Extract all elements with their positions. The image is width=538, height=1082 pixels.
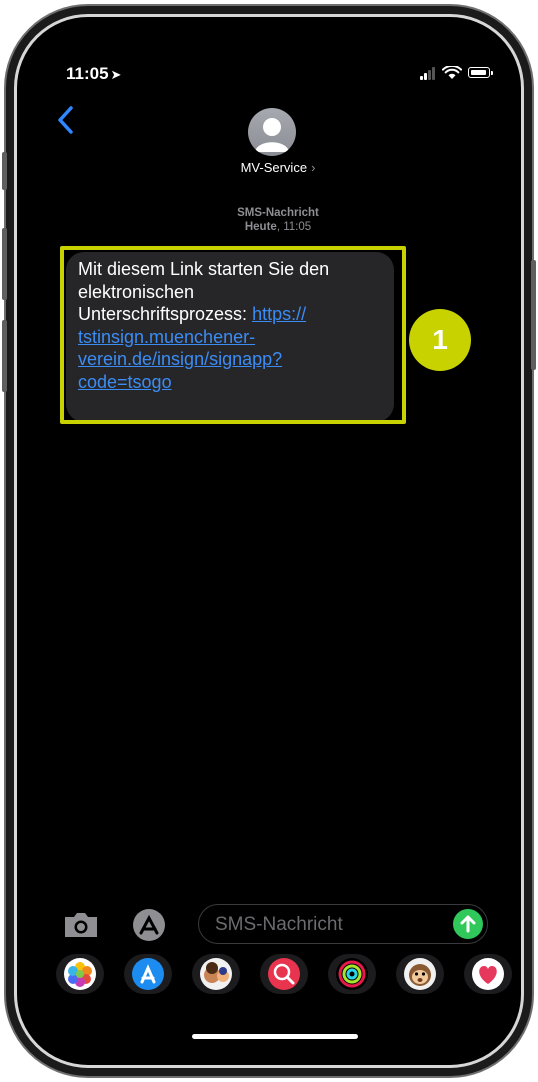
signal-icon	[420, 66, 438, 80]
heart-sticker-icon[interactable]	[464, 954, 512, 994]
message-day: Heute	[244, 221, 277, 233]
app-drawer	[44, 954, 512, 1006]
contact-avatar[interactable]	[248, 108, 296, 156]
battery-icon	[468, 67, 493, 78]
status-time: 11:05 ➤	[66, 64, 121, 84]
photos-icon[interactable]	[56, 954, 104, 994]
home-indicator[interactable]	[192, 1034, 358, 1039]
status-icons	[420, 66, 494, 80]
app-store-drawer-icon[interactable]	[128, 908, 170, 942]
message-type-label: SMS-Nachricht	[237, 207, 319, 219]
images-search-icon[interactable]	[260, 954, 308, 994]
app-store-icon[interactable]	[124, 954, 172, 994]
camera-icon[interactable]	[62, 910, 100, 940]
clock: 11:05	[66, 64, 109, 83]
wifi-icon	[442, 66, 462, 79]
annotation-highlight-box	[60, 246, 406, 424]
volume-up-button	[2, 228, 7, 300]
memoji-icon[interactable]	[192, 954, 240, 994]
conversation-meta: SMS-Nachricht Heute, 11:05	[237, 207, 319, 233]
input-placeholder: SMS-Nachricht	[215, 914, 343, 935]
send-button[interactable]	[453, 909, 483, 939]
back-chevron-icon[interactable]	[54, 104, 78, 136]
person-icon	[255, 118, 289, 152]
screen: 11:05➤ MV-Service› SMS-Nachricht Heute	[44, 36, 512, 1058]
animoji-icon[interactable]	[396, 954, 444, 994]
power-button	[531, 260, 536, 370]
activity-icon[interactable]	[328, 954, 376, 994]
message-input[interactable]: SMS-Nachricht	[198, 904, 488, 944]
mute-switch	[2, 152, 7, 190]
location-arrow-icon: ➤	[110, 67, 122, 82]
annotation-step-badge: 1	[409, 309, 471, 371]
volume-down-button	[2, 320, 7, 392]
message-time: 11:05	[283, 221, 312, 233]
contact-name: MV-Service	[240, 160, 308, 175]
chevron-right-icon: ›	[311, 160, 316, 175]
contact-name-button[interactable]: MV-Service ›	[44, 160, 512, 175]
arrow-up-icon	[460, 915, 476, 933]
